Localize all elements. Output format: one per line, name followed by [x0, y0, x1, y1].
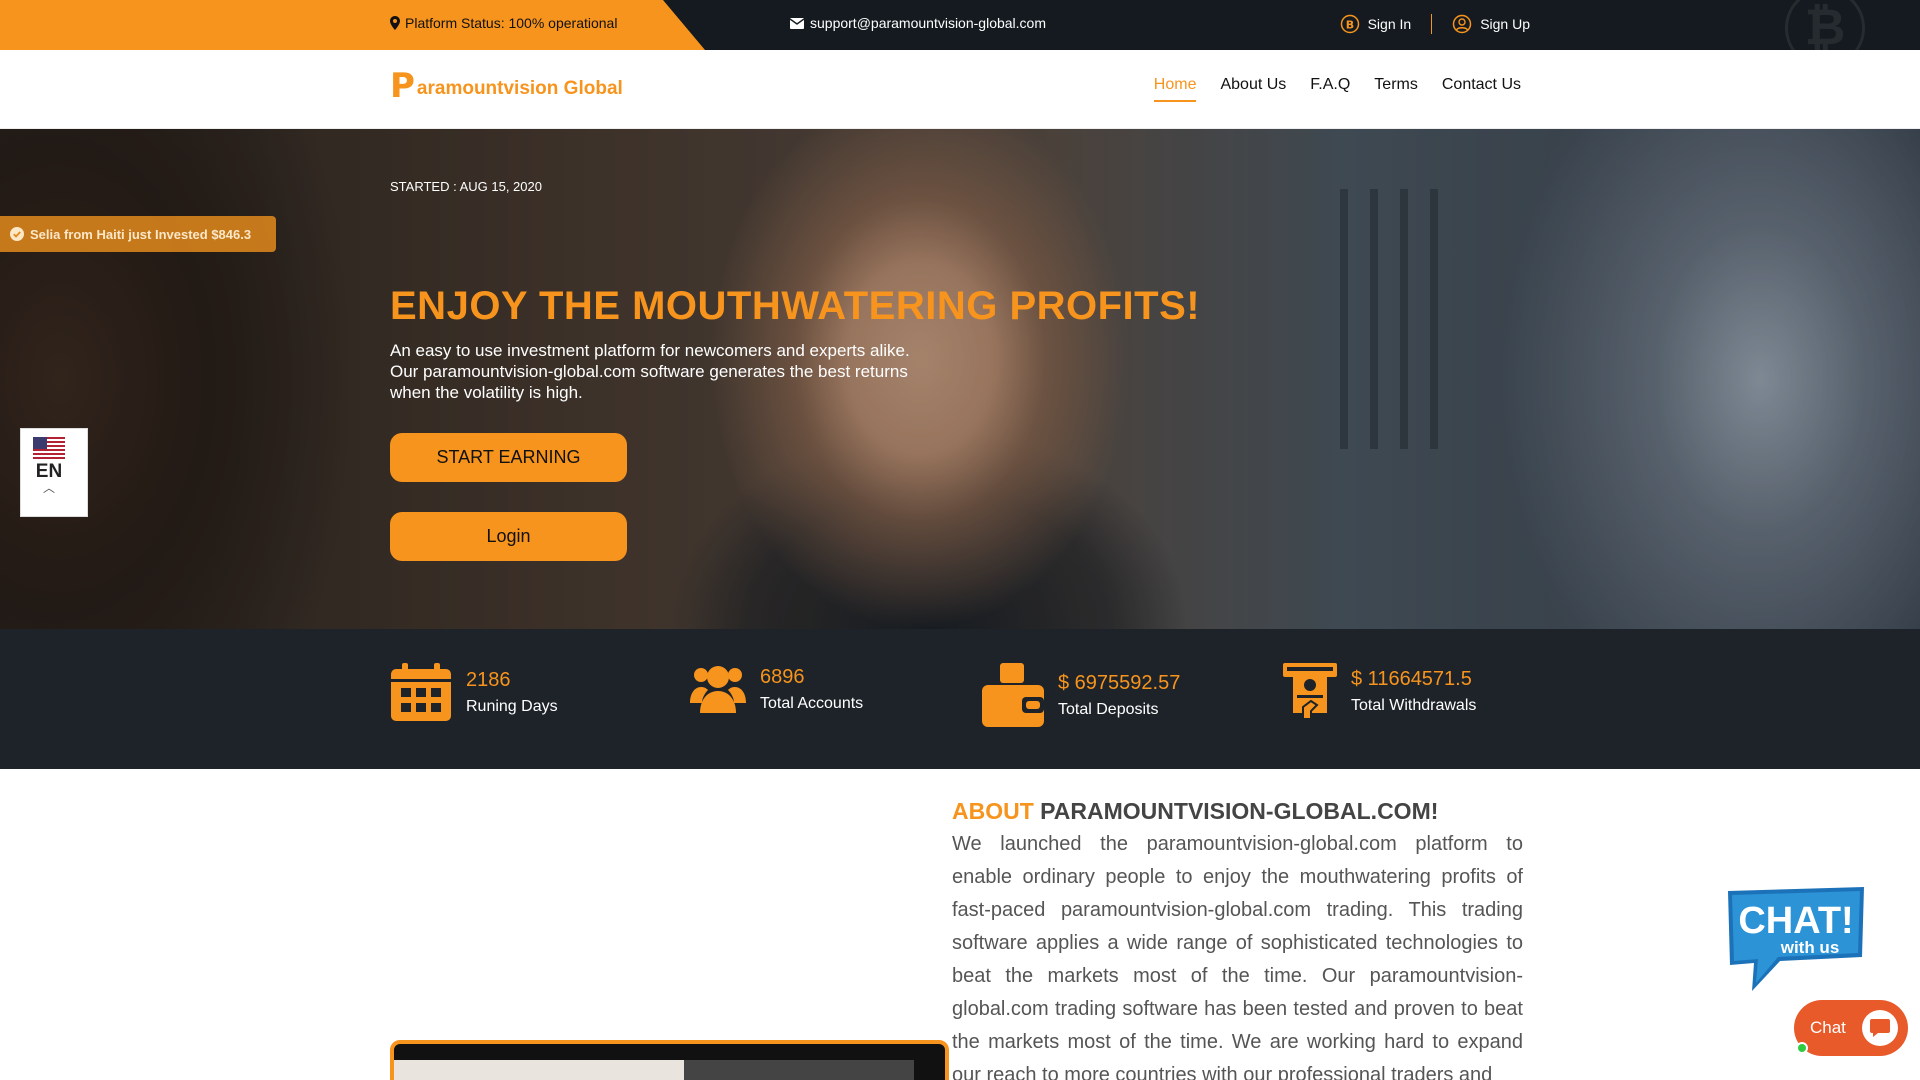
- investment-notification: Selia from Haiti just Invested $846.3: [0, 216, 276, 252]
- stat-value: $ 11664571.5: [1351, 667, 1472, 690]
- envelope-icon: [790, 17, 804, 29]
- start-earning-button[interactable]: START EARNING: [390, 433, 627, 482]
- users-icon: [690, 666, 746, 713]
- platform-status: Platform Status: 100% operational: [390, 15, 617, 31]
- stat-running-days: 2186 Runing Days: [390, 663, 558, 721]
- chat-bubble-icon: [1862, 1010, 1898, 1046]
- logo[interactable]: P aramountvision Global: [390, 66, 623, 106]
- about-title-rest: PARAMOUNTVISION-GLOBAL.COM!: [1040, 798, 1439, 824]
- support-email[interactable]: support@paramountvision-global.com: [790, 15, 1046, 31]
- about-image-left: [394, 1060, 684, 1080]
- hero-banner: STARTED : AUG 15, 2020 ENJOY THE MOUTHWA…: [0, 129, 1920, 629]
- user-circle-icon: [1452, 14, 1472, 34]
- hero-subtitle-line: An easy to use investment platform for n…: [390, 341, 910, 360]
- calendar-icon: [391, 663, 451, 721]
- about-title: ABOUT PARAMOUNTVISION-GLOBAL.COM!: [952, 798, 1438, 825]
- bitcoin-watermark-icon: ₿: [1785, 0, 1865, 50]
- stat-label: Total Deposits: [1058, 700, 1159, 718]
- stats-bar: 2186 Runing Days 6896 Total Accounts $ 6…: [0, 629, 1920, 769]
- login-button[interactable]: Login: [390, 512, 627, 561]
- map-marker-icon: [390, 16, 400, 30]
- sign-up-label: Sign Up: [1480, 16, 1530, 32]
- hero-title: ENJOY THE MOUTHWATERING PROFITS!: [390, 284, 1201, 328]
- platform-status-text: Platform Status: 100% operational: [405, 15, 618, 31]
- support-email-text: support@paramountvision-global.com: [810, 15, 1046, 31]
- about-image-right: [684, 1060, 914, 1080]
- language-code: EN: [35, 461, 63, 482]
- stat-text: $ 6975592.57 Total Deposits: [1058, 672, 1180, 719]
- logo-mark: P: [390, 66, 415, 106]
- svg-text:B: B: [1345, 19, 1353, 32]
- hero-subtitle-line: when the volatility is high.: [390, 383, 583, 402]
- hero-subtitle: An easy to use investment platform for n…: [390, 340, 990, 403]
- stat-value: $ 6975592.57: [1058, 671, 1181, 694]
- investment-notification-text: Selia from Haiti just Invested $846.3: [30, 226, 252, 242]
- stat-value: 6896: [760, 665, 805, 688]
- nav-home[interactable]: Home: [1153, 76, 1197, 102]
- stat-label: Total Withdrawals: [1351, 696, 1477, 714]
- stat-label: Total Accounts: [760, 694, 864, 712]
- hero-subtitle-line: Our paramountvision-global.com software …: [390, 362, 908, 381]
- auth-links: B Sign In Sign Up: [1340, 14, 1530, 34]
- chat-with-us-badge[interactable]: CHAT! with us: [1722, 887, 1868, 993]
- stat-text: 2186 Runing Days: [466, 669, 558, 716]
- stat-text: $ 11664571.5 Total Withdrawals: [1351, 668, 1476, 715]
- sign-up-link[interactable]: Sign Up: [1452, 14, 1530, 34]
- stat-value: 2186: [466, 668, 511, 691]
- online-indicator: [1796, 1042, 1808, 1054]
- stat-total-withdrawals: $ 11664571.5 Total Withdrawals: [1283, 663, 1476, 719]
- logo-text: aramountvision Global: [416, 78, 623, 99]
- stat-text: 6896 Total Accounts: [760, 666, 863, 713]
- about-image: [390, 1040, 949, 1080]
- nav-contact-us[interactable]: Contact Us: [1442, 76, 1521, 102]
- chat-button[interactable]: Chat: [1794, 1000, 1908, 1056]
- chevron-up-icon: ︿: [42, 481, 55, 495]
- stat-total-deposits: $ 6975592.57 Total Deposits: [982, 663, 1180, 727]
- about-text: We launched the paramountvision-global.c…: [952, 833, 1523, 1080]
- bitcoin-circle-icon: B: [1340, 14, 1359, 34]
- about-title-accent: ABOUT: [952, 798, 1034, 824]
- atm-withdraw-icon: [1283, 663, 1337, 719]
- stat-total-accounts: 6896 Total Accounts: [690, 663, 863, 715]
- chat-badge-small: with us: [1780, 938, 1840, 957]
- chat-button-label: Chat: [1810, 1018, 1846, 1037]
- nav-faq[interactable]: F.A.Q: [1310, 76, 1350, 102]
- language-selector[interactable]: EN ︿: [20, 428, 88, 517]
- main-header: P aramountvision Global Home About Us F.…: [0, 50, 1920, 129]
- nav-about-us[interactable]: About Us: [1220, 76, 1286, 102]
- stat-label: Runing Days: [466, 697, 558, 715]
- sign-in-label: Sign In: [1367, 16, 1412, 32]
- sign-in-link[interactable]: B Sign In: [1340, 14, 1412, 34]
- started-date: STARTED : AUG 15, 2020: [390, 179, 542, 194]
- auth-divider: [1431, 14, 1433, 34]
- top-bar: Platform Status: 100% operational suppor…: [0, 0, 1920, 50]
- us-flag-icon: [33, 437, 65, 459]
- nav-terms[interactable]: Terms: [1374, 76, 1418, 102]
- main-nav: Home About Us F.A.Q Terms Contact Us: [1153, 76, 1521, 102]
- chat-badge-big: CHAT!: [1738, 900, 1853, 942]
- wallet-icon: [982, 663, 1044, 727]
- check-circle-icon: [10, 227, 24, 241]
